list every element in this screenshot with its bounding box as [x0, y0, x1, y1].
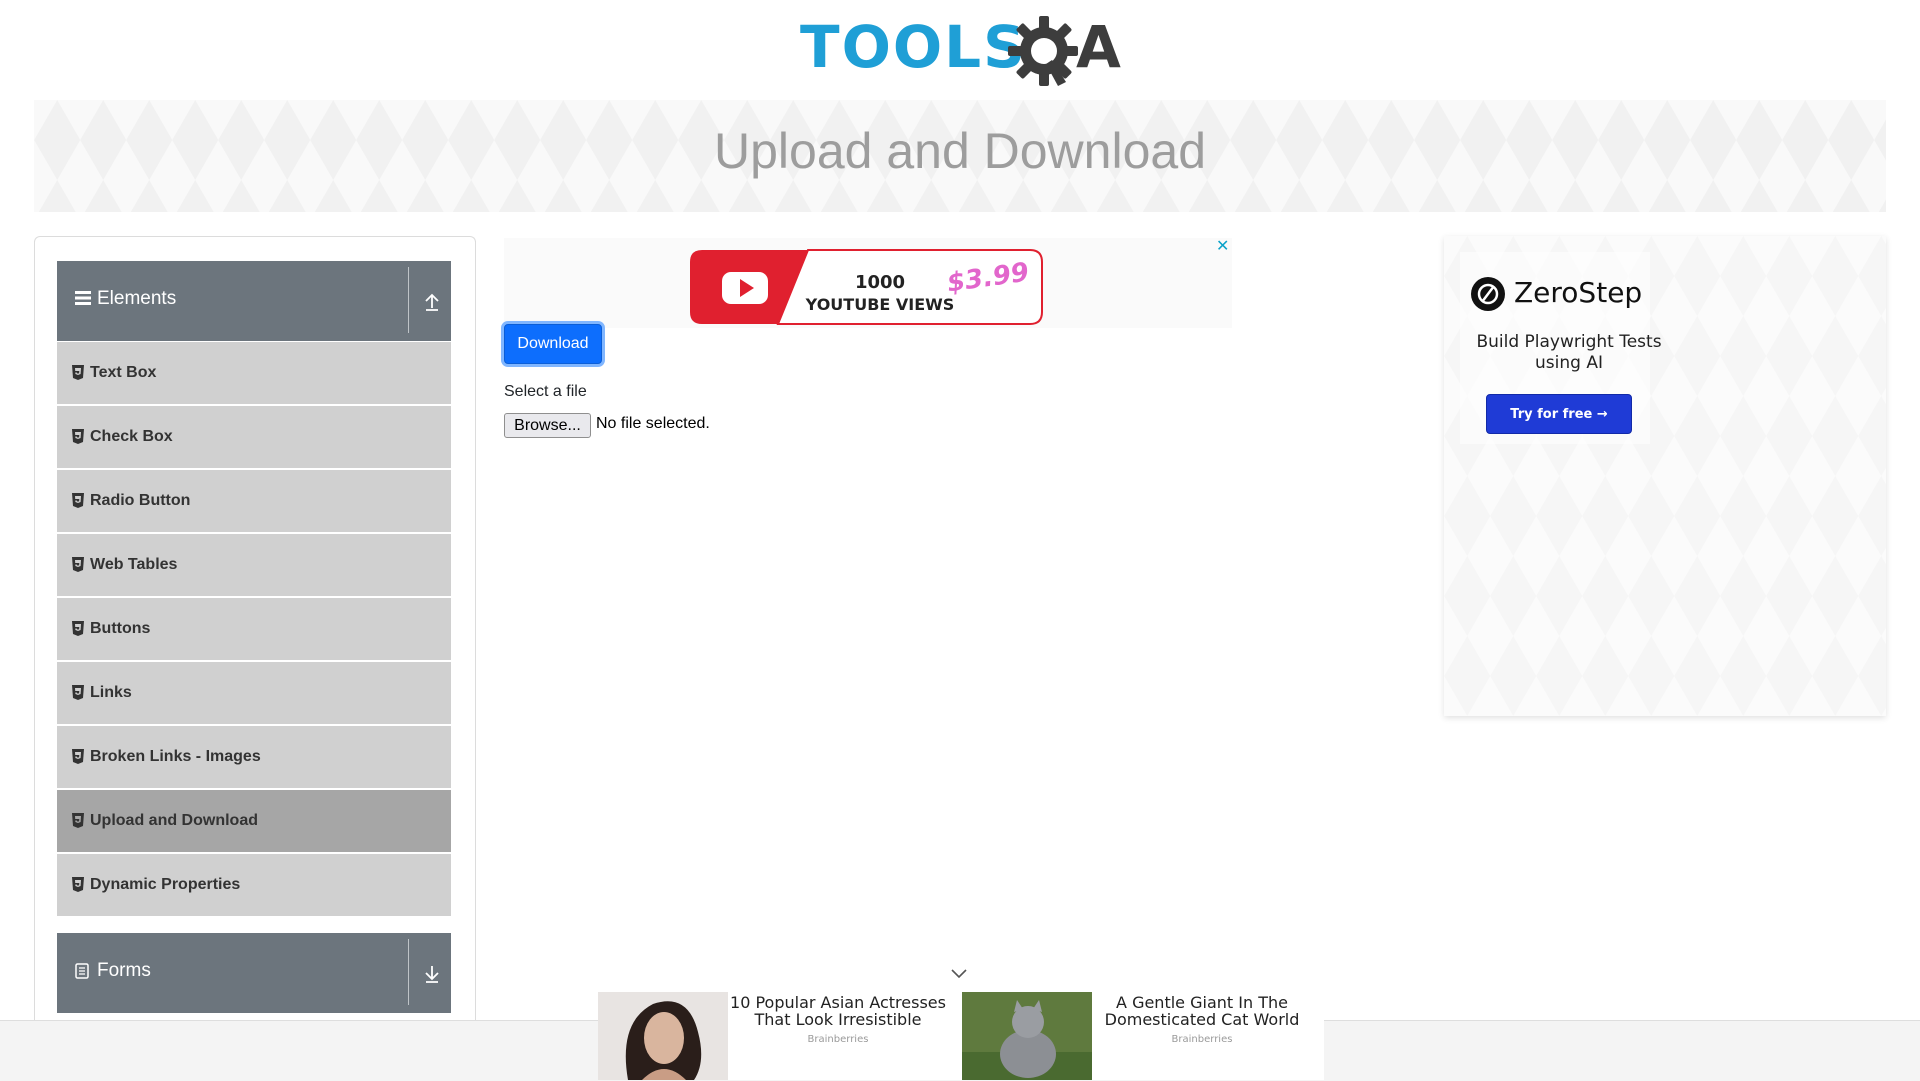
cat-thumbnail[interactable] [962, 992, 1092, 1080]
menu-item-label: Web Tables [90, 556, 178, 573]
collapse-arrow-icon[interactable] [419, 289, 445, 315]
group-header-elements[interactable]: Elements [57, 261, 451, 341]
chevron-down-icon[interactable] [950, 968, 968, 980]
group-title: Elements [97, 288, 177, 309]
html5-icon [72, 557, 84, 572]
elements-menu: Text Box Check Box Radio Button Web Tabl… [57, 342, 451, 918]
menu-item-label: Upload and Download [90, 812, 258, 829]
menu-item-label: Radio Button [90, 492, 191, 509]
menu-item-label: Check Box [90, 428, 173, 445]
download-button[interactable]: Download [504, 324, 602, 364]
youtube-views-ad-graphic[interactable]: 1000 YOUTUBE VIEWS $3.99 [688, 248, 1044, 326]
group-header-forms[interactable]: Forms [57, 933, 451, 1013]
menu-item-label: Buttons [90, 620, 151, 637]
divider [408, 939, 409, 1005]
select-file-label: Select a file [504, 383, 587, 400]
sponsored-content: 10 Popular Asian Actresses That Look Irr… [598, 992, 1324, 1080]
sponsored-source: Brainberries [807, 1034, 869, 1045]
zerostep-advertisement[interactable]: ZeroStep Build Playwright Tests using AI… [1444, 236, 1886, 716]
ad-line1: 1000 [855, 272, 905, 293]
html5-icon [72, 621, 84, 636]
page-title: Upload and Download [713, 123, 1207, 179]
html5-icon [72, 685, 84, 700]
toolsqa-logo[interactable]: TOOLS A [800, 14, 1126, 92]
logo-suffix: A [1076, 13, 1121, 81]
gear-magnifier-icon [1008, 16, 1078, 86]
sponsored-title[interactable]: 10 Popular Asian Actresses That Look Irr… [723, 994, 953, 1028]
menu-item-label: Links [90, 684, 132, 701]
group-title: Forms [97, 960, 151, 981]
html5-icon [72, 365, 84, 380]
menu-item-upload-download[interactable]: Upload and Download [57, 790, 451, 852]
expand-arrow-icon[interactable] [419, 961, 445, 987]
menu-item-radio-button[interactable]: Radio Button [57, 470, 451, 532]
zerostep-brand: ZeroStep [1514, 276, 1643, 309]
menu-item-label: Broken Links - Images [90, 748, 261, 765]
html5-icon [72, 813, 84, 828]
menu-item-check-box[interactable]: Check Box [57, 406, 451, 468]
menu-item-web-tables[interactable]: Web Tables [57, 534, 451, 596]
html5-icon [72, 877, 84, 892]
page-banner: Upload and Download [34, 100, 1886, 212]
menu-item-text-box[interactable]: Text Box [57, 342, 451, 404]
sidebar: Elements Text Box Check Box Radio Button… [34, 236, 476, 1081]
sponsored-title[interactable]: A Gentle Giant In The Domesticated Cat W… [1087, 994, 1317, 1028]
ad-line2: YOUTUBE VIEWS [805, 295, 955, 314]
divider [408, 267, 409, 333]
html5-icon [72, 493, 84, 508]
logo-text: TOOLS [800, 13, 1027, 81]
menu-item-buttons[interactable]: Buttons [57, 598, 451, 660]
actress-thumbnail[interactable] [598, 992, 728, 1080]
menu-item-dynamic-properties[interactable]: Dynamic Properties [57, 854, 451, 916]
menu-item-links[interactable]: Links [57, 662, 451, 724]
close-ad-icon[interactable]: ✕ [1216, 236, 1229, 256]
document-icon [75, 963, 89, 979]
try-for-free-button[interactable]: Try for free → [1486, 394, 1632, 434]
sponsored-source: Brainberries [1171, 1034, 1233, 1045]
menu-item-broken-links[interactable]: Broken Links - Images [57, 726, 451, 788]
file-status-text: No file selected. [596, 415, 710, 432]
menu-item-label: Dynamic Properties [90, 876, 241, 893]
hamburger-icon [75, 291, 91, 305]
html5-icon [72, 429, 84, 444]
menu-item-label: Text Box [90, 364, 157, 381]
html5-icon [72, 749, 84, 764]
zerostep-logo-icon [1471, 277, 1505, 311]
browse-button[interactable]: Browse... [504, 413, 591, 438]
zerostep-tagline: Build Playwright Tests using AI [1476, 332, 1662, 373]
